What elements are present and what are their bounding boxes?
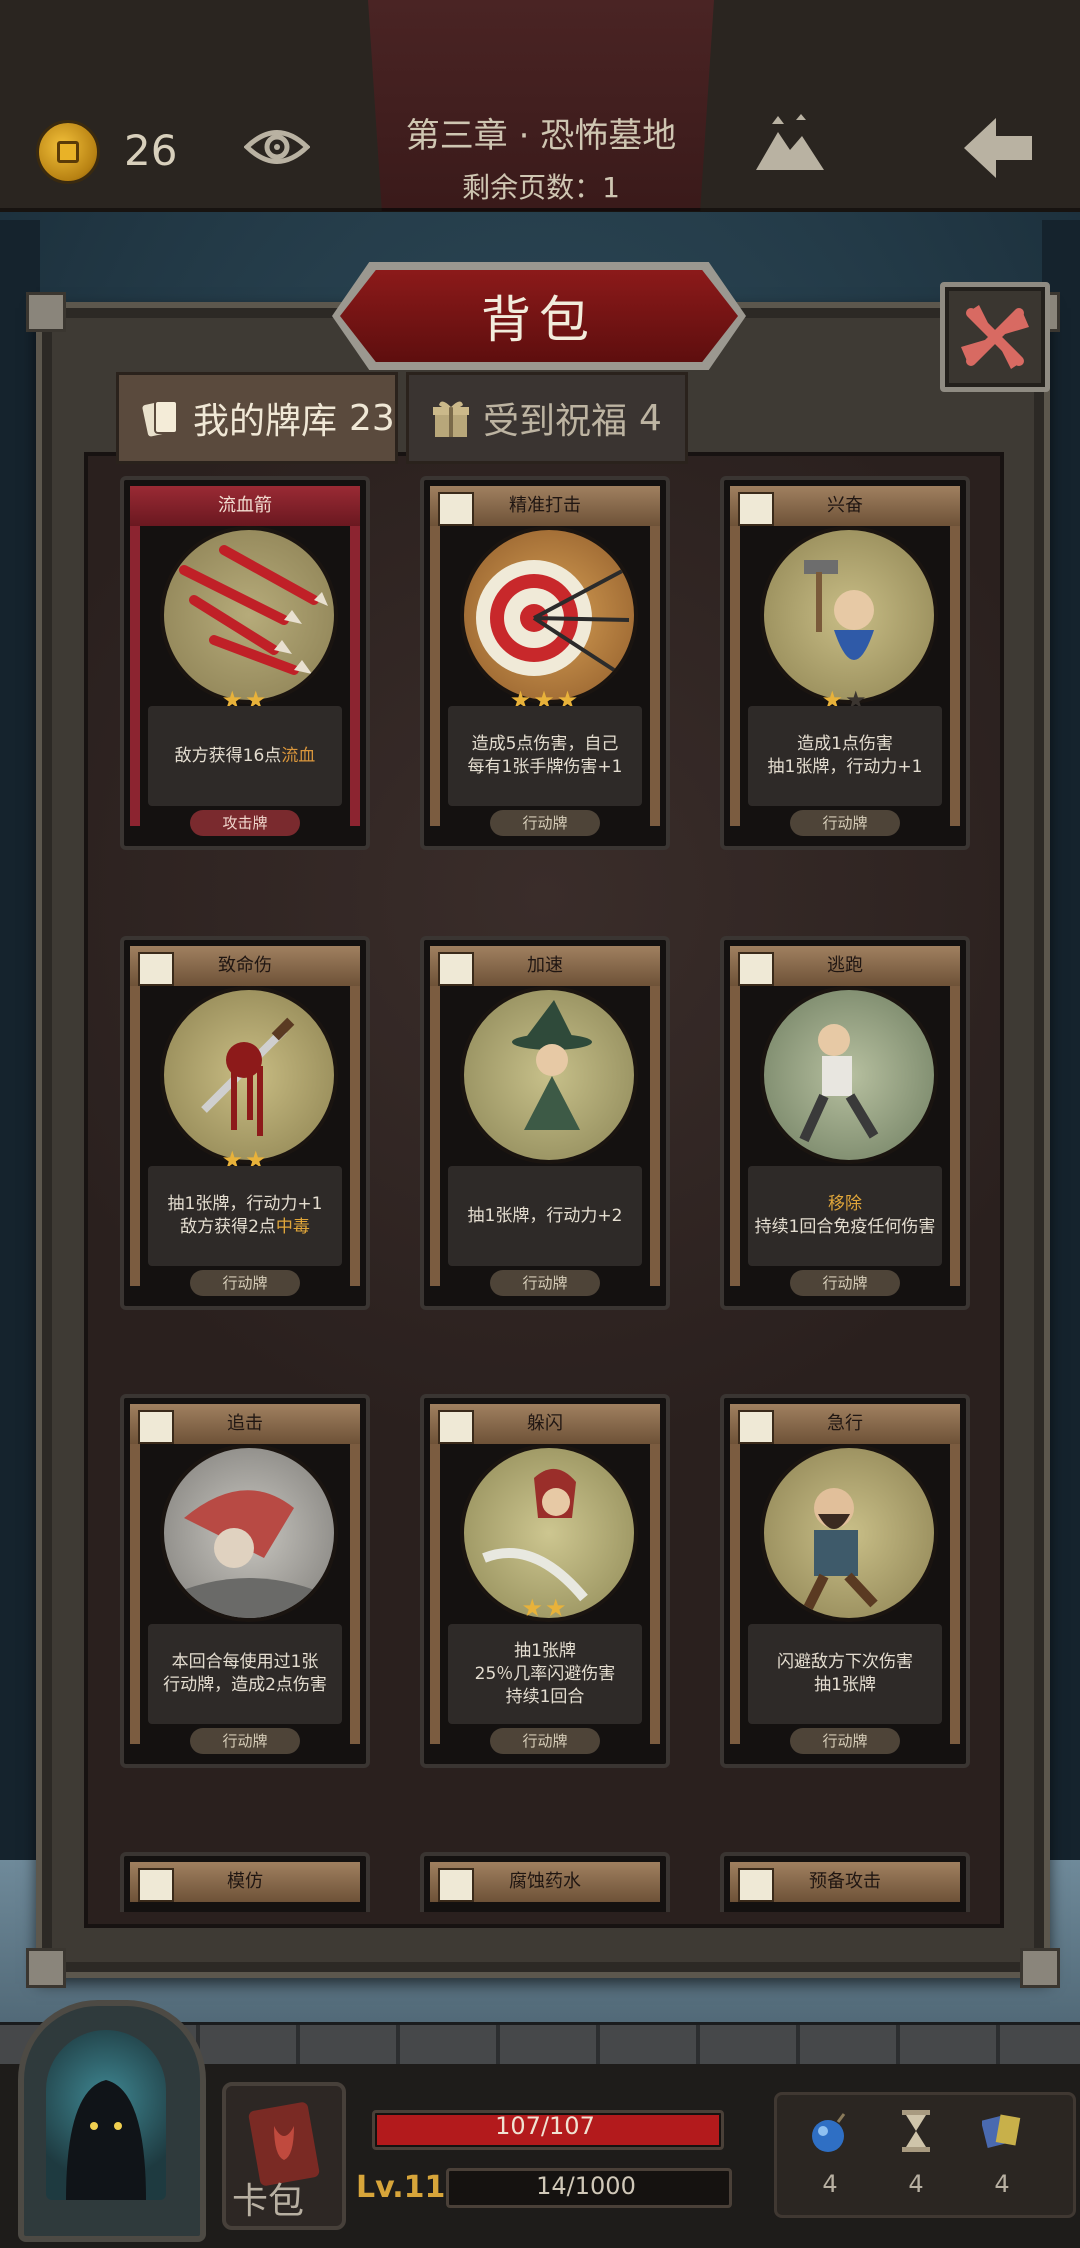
pages-remaining: 剩余页数：1 [462, 171, 620, 204]
card-type: 行动牌 [490, 1270, 600, 1296]
panel-corner [1020, 1948, 1060, 1988]
card-description: 抽1张牌，行动力+1 敌方获得2点中毒 [148, 1166, 342, 1266]
star-rating: ★★ [521, 1594, 569, 1622]
tab-count: 4 [639, 397, 662, 439]
card-name: 腐蚀药水 [509, 1871, 581, 1892]
card-name: 急行 [827, 1413, 863, 1434]
card-type: 行动牌 [790, 1728, 900, 1754]
card[interactable]: 急行 闪避敌方下次伤害 抽1张牌 行动牌 [720, 1394, 970, 1768]
card[interactable]: 预备攻击 [720, 1852, 970, 1912]
running-man-art [760, 986, 938, 1164]
bloody-dagger-art [160, 986, 338, 1164]
card-name: 致命伤 [218, 955, 272, 976]
card-description: 敌方获得16点流血 [148, 706, 342, 806]
card-description: 抽1张牌，行动力+2 [448, 1166, 642, 1266]
card-name: 精准打击 [509, 495, 581, 516]
close-button[interactable] [940, 282, 1050, 392]
back-arrow-icon[interactable] [958, 112, 1038, 184]
card-description: 造成1点伤害 抽1张牌，行动力+1 [748, 706, 942, 806]
character-portrait[interactable] [18, 2000, 206, 2242]
card-type: 行动牌 [490, 1728, 600, 1754]
card-name: 逃跑 [827, 955, 863, 976]
panel-title: 背包 [481, 291, 597, 349]
coin-count: 26 [124, 126, 178, 175]
hourglass-icon [902, 2110, 930, 2152]
tab-label: 受到祝福 [483, 401, 628, 442]
witch-art [460, 986, 638, 1164]
card-name: 加速 [527, 955, 563, 976]
bearded-runner-art [760, 1444, 938, 1622]
card-description: 造成5点伤害，自己 每有1张手牌伤害+1 [448, 706, 642, 806]
chapter-title: 第三章 · 恐怖墓地 [405, 116, 677, 156]
excited-dwarf-art [760, 526, 938, 704]
card[interactable]: 流血箭 ★★ 敌方获得16点流血 攻击牌 [120, 476, 370, 850]
card-name: 模仿 [227, 1871, 263, 1892]
card[interactable]: 兴奋 ★★ 造成1点伤害 抽1张牌，行动力+1 行动牌 [720, 476, 970, 850]
panel-corner [26, 1948, 66, 1988]
cards-icon [142, 400, 178, 437]
bomb-icon [812, 2113, 846, 2152]
card-type: 行动牌 [790, 1270, 900, 1296]
card-description: 本回合每使用过1张 行动牌，造成2点伤害 [148, 1624, 342, 1724]
card-grid: 流血箭 ★★ 敌方获得16点流血 攻击牌 精准打击 ★★★ 造成5点伤害，自己 [120, 476, 970, 1912]
resource-hourglass[interactable]: 4 [884, 2100, 948, 2210]
card-type: 行动牌 [190, 1270, 300, 1296]
card-name: 兴奋 [827, 495, 863, 516]
card-name: 躲闪 [527, 1413, 563, 1434]
resource-bomb[interactable]: 4 [798, 2100, 862, 2210]
gift-icon [433, 401, 469, 437]
card-name: 流血箭 [218, 495, 272, 516]
card-type: 行动牌 [790, 810, 900, 836]
cards-icon [982, 2114, 1021, 2149]
eye-icon[interactable] [244, 122, 310, 172]
card[interactable]: 腐蚀药水 [420, 1852, 670, 1912]
target-arrows-art [460, 526, 638, 704]
player-level: Lv.11 [356, 2170, 446, 2205]
panel-corner [26, 292, 66, 332]
card-name: 追击 [227, 1413, 263, 1434]
card-type: 攻击牌 [190, 810, 300, 836]
tab-blessings[interactable]: 受到祝福 4 [406, 372, 688, 464]
hooded-figure-avatar [46, 2030, 166, 2200]
bleeding-arrows-art [160, 526, 338, 704]
card[interactable]: 精准打击 ★★★ 造成5点伤害，自己 每有1张手牌伤害+1 行动牌 [420, 476, 670, 850]
xp-text: 14/1000 [536, 2172, 636, 2200]
tree-silhouette [0, 220, 40, 1920]
card[interactable]: 模仿 [120, 1852, 370, 1912]
card-description: 抽1张牌 25％几率闪避伤害 持续1回合 [448, 1624, 642, 1724]
card-type: 行动牌 [490, 810, 600, 836]
card[interactable]: 逃跑 移除 持续1回合免疫任何伤害 行动牌 [720, 936, 970, 1310]
card[interactable]: 致命伤 ★★ 抽1张牌，行动力+1 敌方获得2点中毒 行动牌 [120, 936, 370, 1310]
tab-label: 我的牌库 [193, 401, 338, 442]
card-description: 移除 持续1回合免疫任何伤害 [748, 1166, 942, 1266]
tab-my-deck[interactable]: 我的牌库 23 [116, 372, 398, 464]
card[interactable]: 加速 抽1张牌，行动力+2 行动牌 [420, 936, 670, 1310]
card-pack-label: 卡包 [232, 2181, 305, 2222]
card-description: 闪避敌方下次伤害 抽1张牌 [748, 1624, 942, 1724]
card-name: 预备攻击 [809, 1871, 881, 1892]
card[interactable]: 躲闪 ★★ 抽1张牌 25％几率闪避伤害 持续1回合 行动牌 [420, 1394, 670, 1768]
hp-text: 107/107 [495, 2112, 595, 2140]
tab-count: 23 [349, 397, 395, 439]
coin-icon [36, 120, 100, 184]
card-type: 行动牌 [190, 1728, 300, 1754]
map-icon[interactable] [752, 110, 828, 180]
resource-cards[interactable]: 4 [970, 2100, 1034, 2210]
card[interactable]: 追击 本回合每使用过1张 行动牌，造成2点伤害 行动牌 [120, 1394, 370, 1768]
hooded-rider-art [160, 1444, 338, 1622]
close-icon [961, 305, 1029, 369]
